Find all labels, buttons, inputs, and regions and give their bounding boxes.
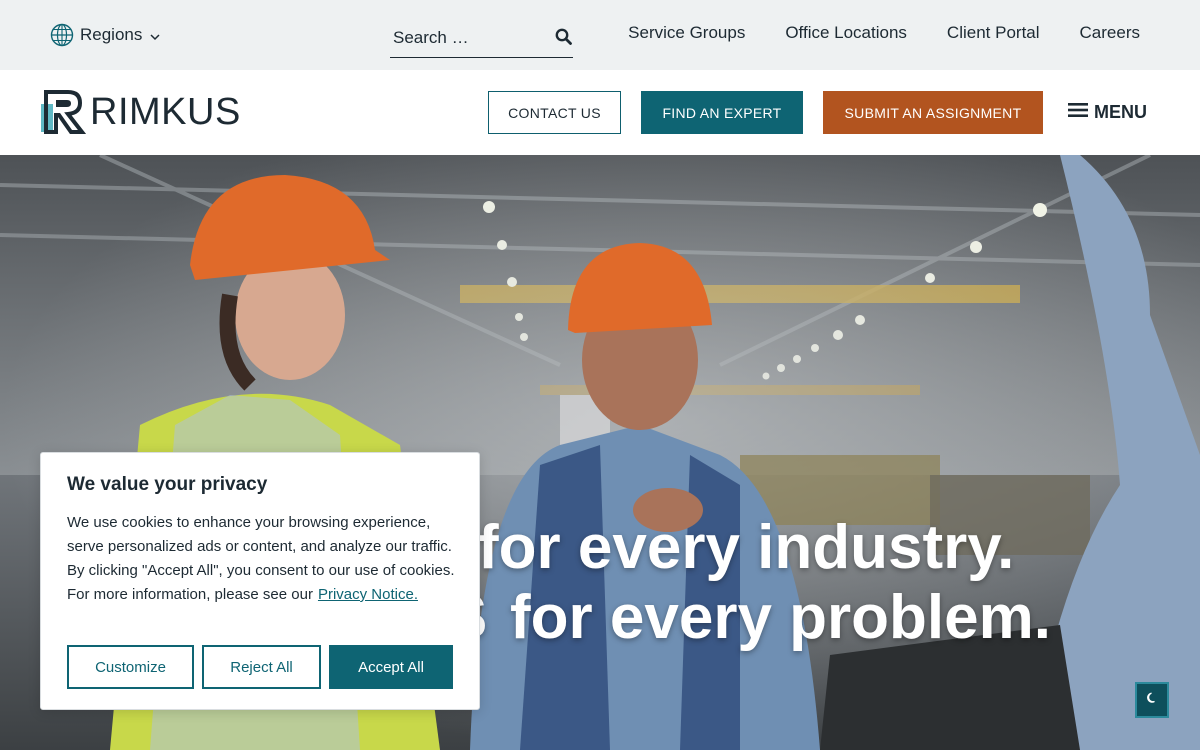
globe-icon bbox=[50, 23, 74, 47]
search-box bbox=[390, 18, 573, 58]
logo-mark-icon bbox=[41, 90, 86, 134]
hero-headline-text-1: for every industry. bbox=[478, 513, 1015, 582]
dark-mode-toggle[interactable] bbox=[1135, 682, 1169, 718]
customize-button[interactable]: Customize bbox=[67, 645, 194, 689]
nav-careers[interactable]: Careers bbox=[1080, 23, 1140, 43]
cookie-body: We use cookies to enhance your browsing … bbox=[67, 511, 457, 607]
nav-client-portal[interactable]: Client Portal bbox=[947, 23, 1040, 43]
find-expert-button[interactable]: FIND AN EXPERT bbox=[641, 91, 803, 134]
contact-us-button[interactable]: CONTACT US bbox=[488, 91, 621, 134]
menu-button[interactable]: MENU bbox=[1068, 102, 1147, 123]
privacy-notice-link[interactable]: Privacy Notice. bbox=[318, 586, 418, 603]
chevron-down-icon bbox=[150, 33, 160, 41]
search-icon[interactable] bbox=[553, 26, 573, 46]
moon-icon bbox=[1146, 691, 1158, 709]
reject-all-button[interactable]: Reject All bbox=[202, 645, 321, 689]
hamburger-icon bbox=[1068, 102, 1088, 123]
utility-bar: Regions Service Groups Office Locations … bbox=[0, 0, 1200, 70]
logo-text: RIMKUS bbox=[90, 91, 241, 133]
regions-selector[interactable]: Regions bbox=[50, 23, 160, 47]
rimkus-logo[interactable]: RIMKUS bbox=[40, 90, 241, 134]
utility-nav: Service Groups Office Locations Client P… bbox=[628, 23, 1140, 43]
cookie-title: We value your privacy bbox=[67, 474, 268, 495]
accept-all-button[interactable]: Accept All bbox=[329, 645, 453, 689]
hero-headline-text-2: for every problem. bbox=[510, 583, 1051, 652]
nav-service-groups[interactable]: Service Groups bbox=[628, 23, 745, 43]
cookie-consent-banner: We value your privacy We use cookies to … bbox=[40, 452, 480, 710]
regions-label: Regions bbox=[80, 25, 143, 44]
nav-office-locations[interactable]: Office Locations bbox=[785, 23, 907, 43]
main-header: RIMKUS CONTACT US FIND AN EXPERT SUBMIT … bbox=[0, 70, 1200, 155]
menu-label: MENU bbox=[1094, 102, 1147, 122]
cookie-actions: Customize Reject All Accept All bbox=[67, 645, 453, 689]
submit-assignment-button[interactable]: SUBMIT AN ASSIGNMENT bbox=[823, 91, 1043, 134]
search-input[interactable] bbox=[390, 22, 543, 53]
